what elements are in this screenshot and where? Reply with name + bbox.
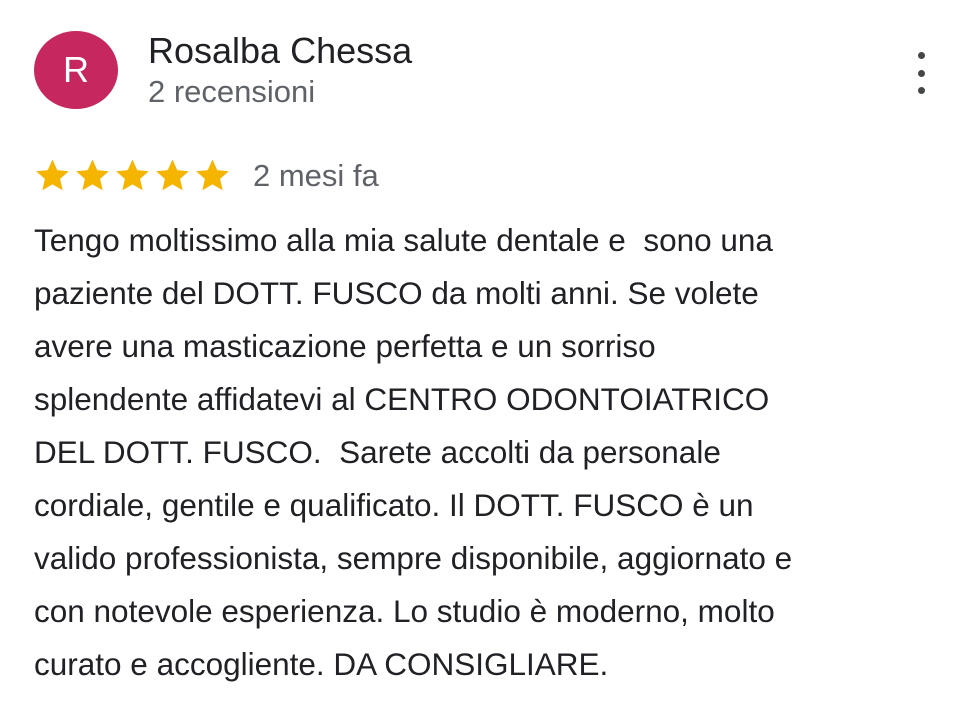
review-line: con notevole esperienza. Lo studio è mod… [34, 593, 775, 629]
star-icon [156, 159, 189, 191]
star-icon [36, 159, 69, 191]
star-icon [76, 159, 109, 191]
reviewer-review-count: 2 recensioni [148, 74, 316, 109]
avatar-initial: R [63, 49, 89, 90]
review-line: valido professionista, sempre disponibil… [34, 540, 793, 576]
review-line: curato e accogliente. DA CONSIGLIARE. [34, 646, 609, 682]
review-line: splendente affidatevi al CENTRO ODONTOIA… [34, 381, 770, 417]
review-line: avere una masticazione perfetta e un sor… [34, 328, 656, 364]
avatar[interactable]: R [34, 31, 118, 109]
reviewer-name[interactable]: Rosalba Chessa [148, 30, 412, 72]
review-line: paziente del DOTT. FUSCO da molti anni. … [34, 275, 759, 311]
review-line: Tengo moltissimo alla mia salute dentale… [34, 222, 773, 258]
review-line: DEL DOTT. FUSCO. Sarete accolti da perso… [34, 434, 721, 470]
review-text: Tengo moltissimo alla mia salute dentale… [34, 214, 959, 691]
more-options-button[interactable] [905, 52, 937, 94]
more-vert-icon [917, 52, 925, 59]
rating-row: 2 mesi fa [34, 157, 379, 194]
star-icon [196, 159, 229, 191]
star-icon [116, 159, 149, 191]
star-rating [34, 157, 231, 194]
review-time: 2 mesi fa [253, 157, 379, 193]
review-line: cordiale, gentile e qualificato. Il DOTT… [34, 487, 754, 523]
